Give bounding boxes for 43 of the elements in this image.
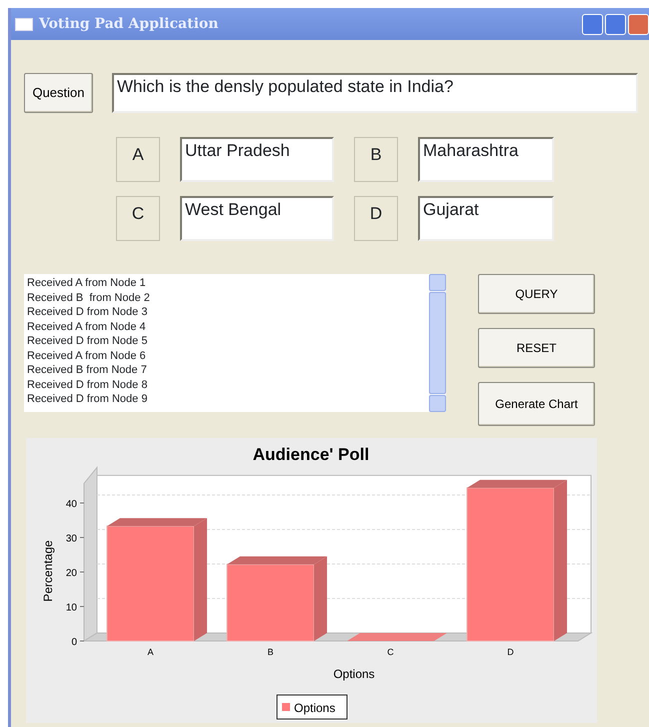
x-tick-label: D — [507, 647, 514, 657]
chart-title: Audience' Poll — [252, 445, 370, 464]
x-tick-label: A — [148, 647, 154, 657]
window-title: Voting Pad Application — [39, 14, 218, 34]
log-entry: Received D from Node 5 — [27, 334, 148, 348]
answer-field[interactable]: Maharashtra — [418, 137, 554, 182]
log-entry: Received A from Node 1 — [27, 276, 147, 290]
x-tick-label: C — [387, 647, 394, 657]
legend-swatch — [282, 703, 290, 711]
option-letter: B — [354, 137, 398, 182]
legend-label: Options — [294, 701, 336, 715]
y-tick-label: 20 — [66, 568, 77, 579]
y-tick-label: 10 — [66, 602, 77, 614]
answer-field[interactable]: West Bengal — [180, 196, 334, 241]
log-entry: Received B from Node 7 — [27, 363, 148, 378]
log-entry: Received A from Node 6 — [27, 348, 147, 363]
log-entry: Received D from Node 9 — [27, 392, 148, 406]
app-icon — [15, 18, 33, 30]
question-field[interactable]: Which is the densly populated state in India? — [112, 73, 638, 113]
maximize-button[interactable] — [605, 14, 626, 34]
legend-box — [276, 694, 348, 720]
y-tick-label: 0 — [71, 637, 77, 648]
log-entry: Received A from Node 4 — [27, 320, 147, 334]
question-button[interactable]: Question — [24, 73, 93, 113]
log-entry: Received B from Node 2 — [27, 290, 151, 305]
action-button[interactable]: Generate Chart — [478, 382, 595, 426]
log-entry: Received D from Node 3 — [27, 305, 148, 320]
answer-field[interactable]: Uttar Pradesh — [180, 137, 334, 182]
answer-field[interactable]: Gujarat — [418, 196, 554, 241]
y-axis-title: Percentage — [41, 540, 55, 602]
minimize-button[interactable] — [582, 14, 603, 34]
action-button[interactable]: RESET — [478, 328, 595, 368]
option-letter: C — [116, 196, 160, 241]
option-letter: D — [354, 196, 398, 241]
x-tick-label: B — [268, 647, 274, 657]
log-entry: Received D from Node 8 — [27, 378, 148, 392]
y-tick-label: 30 — [66, 534, 77, 544]
action-button[interactable]: QUERY — [478, 274, 595, 314]
close-button[interactable] — [628, 14, 649, 34]
y-tick-label: 40 — [66, 499, 77, 510]
x-axis-title: Options — [333, 667, 375, 681]
option-letter: A — [116, 137, 160, 182]
scroll-thumb[interactable] — [429, 292, 446, 394]
